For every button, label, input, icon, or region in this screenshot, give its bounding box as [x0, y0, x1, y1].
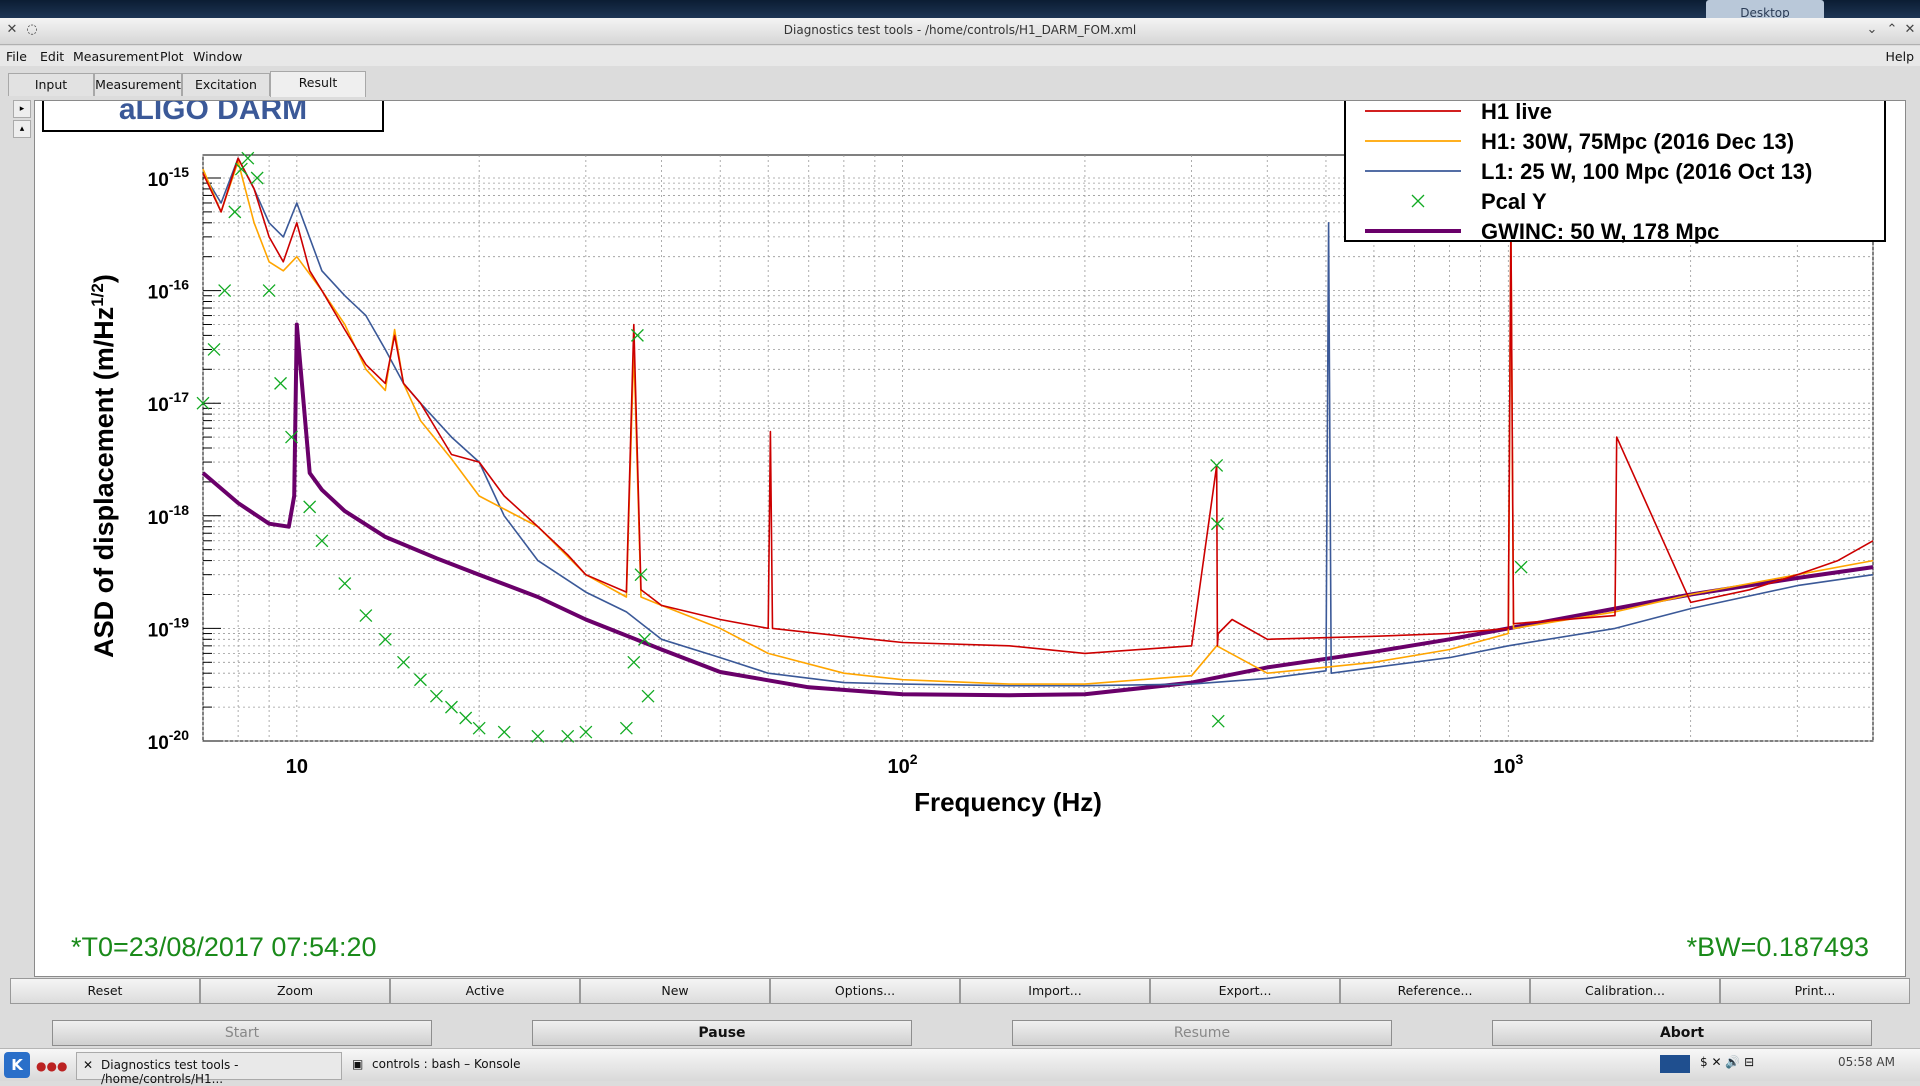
pager-icon[interactable]: ●●● — [36, 1059, 67, 1073]
zoom-button[interactable]: Zoom — [200, 978, 390, 1004]
reference-button[interactable]: Reference... — [1340, 978, 1530, 1004]
calibration-button[interactable]: Calibration... — [1530, 978, 1720, 1004]
minimize-icon[interactable]: ⌄ — [1864, 22, 1880, 38]
t0-label: *T0=23/08/2017 07:54:20 — [71, 932, 377, 962]
control-row: Start Pause Resume Abort — [0, 1018, 1920, 1046]
window-titlebar: ✕ ◌ Diagnostics test tools - /home/contr… — [0, 18, 1920, 45]
tab-result[interactable]: Result — [270, 71, 366, 97]
plot-panel: 10-15 10-16 10-17 10-18 10-19 10-20 10 102 103 Fr… — [34, 86, 1906, 977]
legend-label-4: GWINC: 50 W, 178 Mpc — [1481, 219, 1719, 244]
options-button[interactable]: Options... — [770, 978, 960, 1004]
y-tick-label: 10-16 — [148, 277, 190, 304]
x-app-icon: ✕ — [83, 1058, 94, 1072]
x-tick-label: 102 — [888, 751, 918, 778]
y-tick-label: 10-18 — [148, 502, 190, 529]
desktop-tab[interactable]: Desktop — [1706, 0, 1824, 20]
tab-bar: Input Measurement Excitation Result — [0, 71, 1920, 97]
y-tick-label: 10-19 — [148, 614, 190, 641]
menu-file[interactable]: File — [6, 49, 27, 64]
panel-arrows: ▸ ▴ — [13, 100, 31, 140]
tab-input[interactable]: Input — [8, 73, 94, 96]
legend-label-2: L1: 25 W, 100 Mpc (2016 Oct 13) — [1481, 159, 1812, 184]
x-axis-label: Frequency (Hz) — [914, 787, 1102, 817]
menu-measurement[interactable]: Measurement — [73, 49, 159, 64]
window-title: Diagnostics test tools - /home/controls/… — [783, 23, 1137, 37]
menu-window[interactable]: Window — [193, 49, 242, 64]
plot-toolbar: Reset Zoom Active New Options... Import.… — [10, 978, 1910, 1004]
tab-excitation[interactable]: Excitation — [182, 73, 270, 96]
y-axis-label: ASD of displacement (m/Hz1/2) — [88, 274, 119, 658]
task-konsole[interactable]: ▣ controls : bash – Konsole — [348, 1052, 588, 1078]
y-tick-label: 10-20 — [148, 727, 190, 754]
bw-label: *BW=0.187493 — [1687, 932, 1869, 962]
menu-plot[interactable]: Plot — [160, 49, 184, 64]
taskbar: K ●●● ✕ Diagnostics test tools - /home/c… — [0, 1048, 1920, 1086]
abort-button[interactable]: Abort — [1492, 1020, 1872, 1046]
tab-measurement[interactable]: Measurement — [94, 73, 182, 96]
x-tick-label: 103 — [1493, 751, 1523, 778]
pause-button[interactable]: Pause — [532, 1020, 912, 1046]
task-diagnostics[interactable]: ✕ Diagnostics test tools - /home/control… — [76, 1052, 342, 1086]
legend-label-3: Pcal Y — [1481, 189, 1547, 214]
task-diagnostics-label: Diagnostics test tools - /home/controls/… — [101, 1058, 239, 1086]
legend-label-1: H1: 30W, 75Mpc (2016 Dec 13) — [1481, 129, 1794, 154]
menu-help[interactable]: Help — [1886, 49, 1915, 64]
task-konsole-label: controls : bash – Konsole — [372, 1057, 521, 1071]
legend-label-0: H1 live — [1481, 101, 1552, 124]
reset-button[interactable]: Reset — [10, 978, 200, 1004]
start-button[interactable]: Start — [52, 1020, 432, 1046]
menu-bar: File Edit Measurement Plot Window Help — [0, 46, 1920, 66]
tray-icons[interactable]: $ ✕ 🔊 ⊟ — [1700, 1055, 1754, 1069]
resume-button[interactable]: Resume — [1012, 1020, 1392, 1046]
clock: 05:58 AM — [1838, 1055, 1895, 1069]
active-button[interactable]: Active — [390, 978, 580, 1004]
desktop-preview-icon[interactable] — [1660, 1055, 1690, 1073]
print-button[interactable]: Print... — [1720, 978, 1910, 1004]
export-button[interactable]: Export... — [1150, 978, 1340, 1004]
import-button[interactable]: Import... — [960, 978, 1150, 1004]
y-tick-label: 10-17 — [148, 389, 190, 416]
kde-menu-icon[interactable]: K — [4, 1052, 30, 1078]
terminal-icon: ▣ — [352, 1057, 364, 1071]
new-button[interactable]: New — [580, 978, 770, 1004]
close-icon[interactable]: ✕ — [1902, 22, 1918, 38]
y-tick-label: 10-15 — [148, 164, 190, 191]
menu-edit[interactable]: Edit — [40, 49, 64, 64]
expand-arrow-icon[interactable]: ▸ — [13, 100, 31, 118]
darm-plot[interactable]: 10-15 10-16 10-17 10-18 10-19 10-20 10 102 103 Fr… — [35, 86, 1905, 976]
top-panel: Desktop — [0, 0, 1920, 20]
plot-title: aLIGO DARM — [119, 101, 307, 126]
maximize-icon[interactable]: ⌃ — [1884, 22, 1900, 38]
x-tick-label: 10 — [286, 756, 308, 778]
collapse-arrow-icon[interactable]: ▴ — [13, 120, 31, 138]
